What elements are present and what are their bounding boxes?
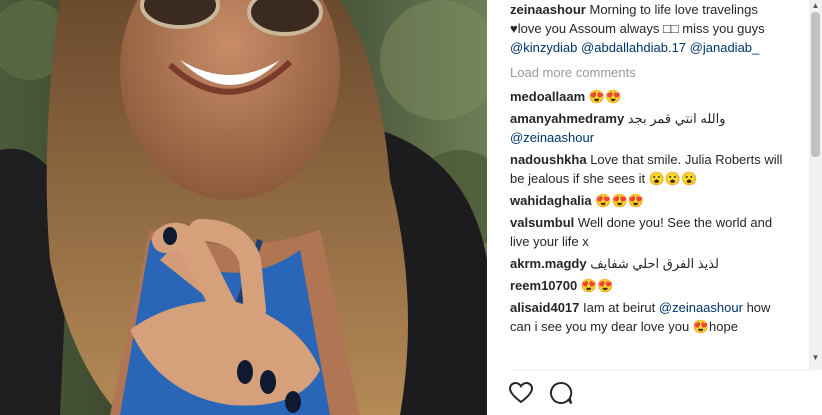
comment-text: 😍😍 — [580, 278, 614, 293]
comment-text: 😍😍😍 — [595, 193, 644, 208]
comments-panel: zeinaashour Morning to life love traveli… — [487, 0, 822, 415]
comment-mention[interactable]: @zeinaashour — [659, 300, 743, 315]
photo-illustration — [0, 0, 487, 415]
comment-username[interactable]: nadoushkha — [510, 152, 587, 167]
comment-text: 😍😍 — [588, 89, 622, 104]
caption-mention[interactable]: @abdallahdiab.17 — [581, 40, 686, 55]
comment-text: والله انتي قمر بجد — [627, 111, 726, 126]
list-item: alisaid4017 Iam at beirut @zeinaashour h… — [510, 298, 793, 336]
comment-username[interactable]: valsumbul — [510, 215, 574, 230]
list-item: amanyahmedramy والله انتي قمر بجد @zeina… — [510, 109, 793, 147]
comment-username[interactable]: akrm.magdy — [510, 256, 587, 271]
heart-icon[interactable] — [508, 380, 534, 406]
comment-username[interactable]: amanyahmedramy — [510, 111, 624, 126]
comment-text: لذيذ الفرق احلي شفايف — [590, 256, 719, 271]
comment-mention[interactable]: @zeinaashour — [510, 130, 594, 145]
list-item: akrm.magdy لذيذ الفرق احلي شفايف — [510, 254, 793, 273]
caption-username[interactable]: zeinaashour — [510, 2, 586, 17]
list-item: valsumbul Well done you! See the world a… — [510, 213, 793, 251]
comment-username[interactable]: medoallaam — [510, 89, 585, 104]
scroll-up-icon[interactable]: ▲ — [809, 0, 822, 10]
comment-bubble-icon[interactable] — [548, 380, 574, 406]
post-photo — [0, 0, 487, 415]
load-more-comments-link[interactable]: Load more comments — [510, 63, 793, 82]
comments-list[interactable]: zeinaashour Morning to life love traveli… — [510, 0, 793, 370]
scroll-down-icon[interactable]: ▼ — [809, 350, 822, 364]
list-item: nadoushkha Love that smile. Julia Robert… — [510, 150, 793, 188]
divider — [510, 370, 809, 371]
scrollbar-thumb[interactable] — [811, 12, 820, 157]
comment-username[interactable]: alisaid4017 — [510, 300, 579, 315]
comment-username[interactable]: wahidaghalia — [510, 193, 592, 208]
post-actions — [508, 378, 574, 408]
list-item: wahidaghalia 😍😍😍 — [510, 191, 793, 210]
comment-username[interactable]: reem10700 — [510, 278, 577, 293]
comment-text: Iam at beirut — [583, 300, 656, 315]
list-item: medoallaam 😍😍 — [510, 87, 793, 106]
caption-mention[interactable]: @kinzydiab — [510, 40, 577, 55]
post-caption: zeinaashour Morning to life love traveli… — [510, 0, 793, 57]
caption-mention[interactable]: @janadiab_ — [690, 40, 760, 55]
list-item: reem10700 😍😍 — [510, 276, 793, 295]
